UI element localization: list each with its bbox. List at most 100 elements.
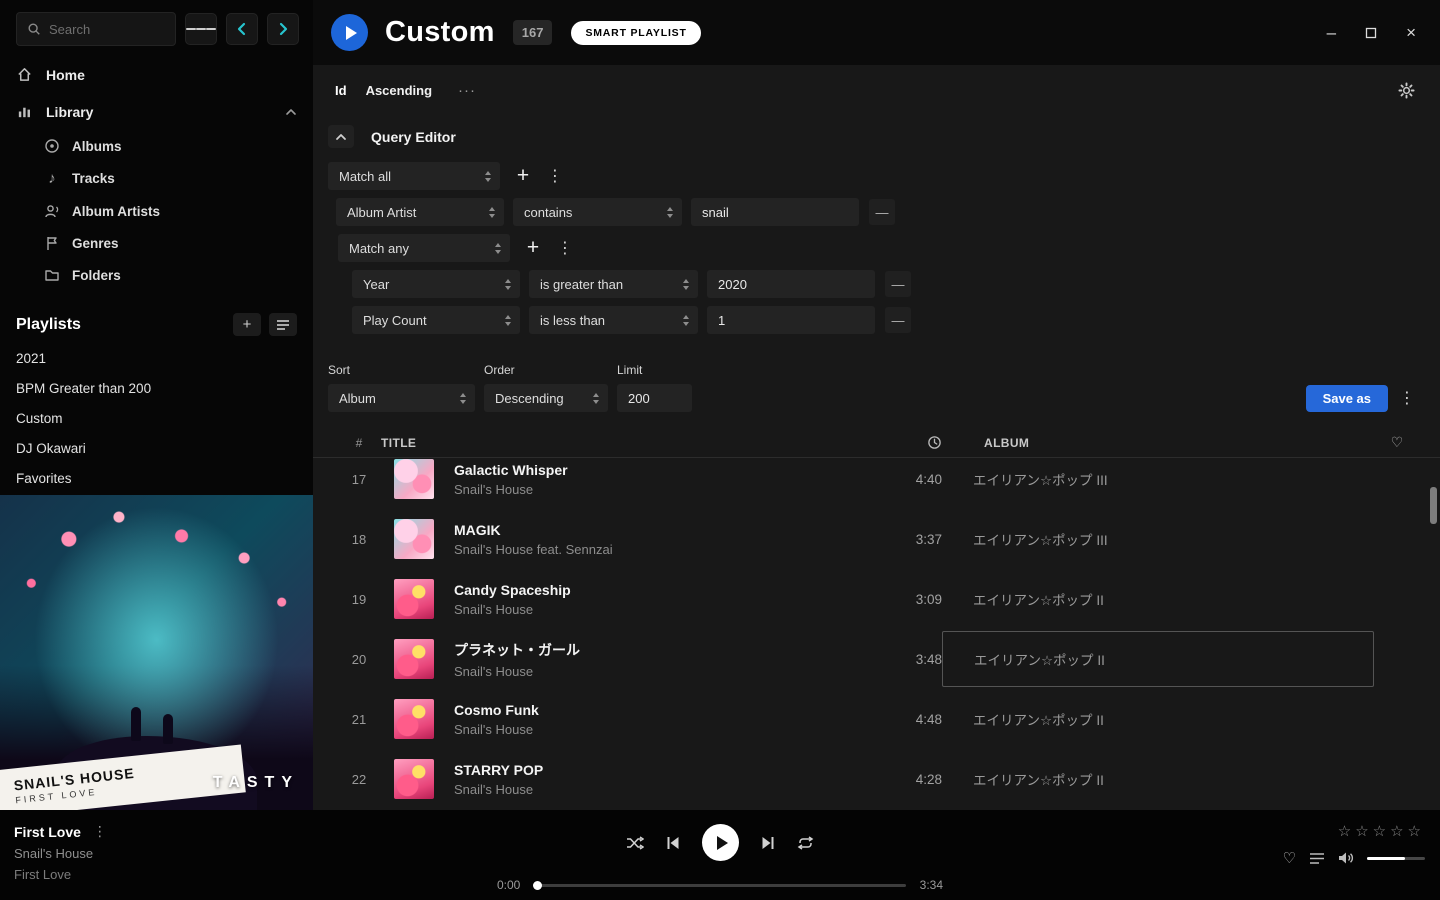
playlist-label: 2021 [16, 351, 46, 366]
select-value: Album [339, 391, 376, 406]
sidebar-item-tracks[interactable]: ♪ Tracks [0, 162, 313, 195]
rule-operator-select[interactable]: contains [513, 198, 682, 226]
table-row[interactable]: 19 Candy Spaceship Snail's House 3:09 エイ… [313, 569, 1440, 629]
sort-by-select[interactable]: Album [328, 384, 475, 412]
playlist-menu-button[interactable]: ⋮ [1398, 388, 1416, 408]
playlist-item-bpm[interactable]: BPM Greater than 200 [0, 374, 313, 404]
clock-icon [927, 435, 942, 450]
column-favorite[interactable]: ♡ [1374, 434, 1420, 451]
remove-rule-button[interactable]: — [869, 199, 895, 225]
search-input[interactable] [49, 22, 159, 37]
track-count-badge: 167 [513, 20, 553, 45]
album-art-thumbnail [394, 639, 434, 679]
search-box[interactable] [16, 12, 176, 46]
group-menu-button[interactable]: ⋮ [546, 166, 564, 186]
group-menu-button[interactable]: ⋮ [556, 238, 574, 258]
playlist-item-dj-okawari[interactable]: DJ Okawari [0, 434, 313, 464]
column-duration[interactable] [832, 435, 942, 450]
match-all-select[interactable]: Match all [328, 162, 500, 190]
rule-value-input[interactable] [707, 306, 875, 334]
favorite-heart-icon[interactable]: ♡ [1283, 849, 1296, 867]
smart-playlist-badge: SMART PLAYLIST [571, 21, 700, 45]
sidebar-item-albums[interactable]: Albums [0, 130, 313, 162]
volume-fill [1367, 857, 1405, 860]
order-select[interactable]: Descending [484, 384, 608, 412]
rule-value-input[interactable] [707, 270, 875, 298]
query-editor-title: Query Editor [371, 129, 456, 145]
column-title[interactable]: TITLE [381, 436, 832, 450]
play-playlist-button[interactable] [331, 14, 368, 51]
match-any-select[interactable]: Match any [338, 234, 510, 262]
scrollbar-thumb[interactable] [1430, 487, 1437, 524]
playlists-title: Playlists [16, 316, 81, 334]
track-menu-button[interactable]: ⋮ [91, 823, 109, 840]
maximize-button[interactable] [1365, 27, 1377, 39]
previous-track-button[interactable] [666, 836, 680, 850]
rule-field-select[interactable]: Album Artist [336, 198, 504, 226]
sort-field-button[interactable]: Id [335, 83, 347, 98]
sort-direction-button[interactable]: Ascending [366, 83, 432, 98]
seek-handle[interactable] [533, 881, 542, 890]
add-rule-button[interactable]: + [509, 162, 537, 190]
sidebar-item-label: Tracks [72, 171, 115, 186]
add-rule-button[interactable]: + [519, 234, 547, 262]
track-duration: 3:09 [832, 592, 942, 607]
remove-rule-button[interactable]: — [885, 271, 911, 297]
rule-operator-select[interactable]: is less than [529, 306, 698, 334]
queue-icon[interactable] [1309, 852, 1325, 865]
limit-input[interactable] [617, 384, 692, 412]
sidebar-item-label: Home [46, 67, 85, 83]
shuffle-button[interactable] [626, 836, 644, 850]
back-button[interactable] [226, 13, 258, 45]
save-as-button[interactable]: Save as [1306, 385, 1388, 412]
player-right-controls: ☆☆☆☆☆ ♡ [1283, 822, 1425, 867]
limit-label: Limit [617, 363, 692, 377]
rating-stars[interactable]: ☆☆☆☆☆ [1338, 822, 1425, 840]
volume-slider[interactable] [1367, 857, 1425, 860]
table-row[interactable]: 17 Galactic Whisper Snail's House 4:40 エ… [313, 458, 1440, 509]
rule-operator-select[interactable]: is greater than [529, 270, 698, 298]
table-row[interactable]: 18 MAGIK Snail's House feat. Sennzai 3:3… [313, 509, 1440, 569]
select-value: Match all [339, 169, 391, 184]
column-number[interactable]: # [337, 436, 381, 450]
sidebar-item-library[interactable]: Library [0, 93, 313, 130]
elapsed-time: 0:00 [497, 878, 520, 892]
sidebar-item-home[interactable]: Home [0, 56, 313, 93]
track-duration: 3:48 [832, 652, 942, 667]
collapse-query-editor-button[interactable] [328, 125, 354, 148]
remove-rule-button[interactable]: — [885, 307, 911, 333]
playlist-item-favorites[interactable]: Favorites [0, 464, 313, 494]
playlist-list-button[interactable] [269, 313, 297, 336]
seek-bar[interactable] [534, 884, 905, 887]
column-album[interactable]: ALBUM [942, 436, 1374, 450]
album-cell-editing[interactable]: エイリアン☆ポップ II [942, 631, 1374, 687]
more-options-button[interactable]: ··· [458, 82, 476, 99]
forward-button[interactable] [267, 13, 299, 45]
progress-section: 0:00 3:34 [497, 878, 943, 892]
select-value: Album Artist [347, 205, 416, 220]
table-row[interactable]: 20 プラネット・ガール Snail's House 3:48 エイリアン☆ポッ… [313, 629, 1440, 689]
minimize-button[interactable]: – [1327, 24, 1336, 41]
rule-field-select[interactable]: Play Count [352, 306, 520, 334]
sidebar-item-folders[interactable]: Folders [0, 259, 313, 291]
albums-icon [44, 138, 60, 154]
sidebar-item-album-artists[interactable]: Album Artists [0, 195, 313, 227]
now-playing-album: First Love [14, 867, 109, 882]
table-row[interactable]: 21 Cosmo Funk Snail's House 4:48 エイリアン☆ポ… [313, 689, 1440, 749]
next-track-button[interactable] [761, 836, 775, 850]
select-value: is greater than [540, 277, 623, 292]
rule-value-input[interactable] [691, 198, 859, 226]
sidebar-item-genres[interactable]: Genres [0, 227, 313, 259]
add-playlist-button[interactable]: + [233, 313, 261, 336]
close-button[interactable]: × [1406, 24, 1416, 41]
menu-button[interactable] [185, 13, 217, 45]
play-pause-button[interactable] [702, 824, 739, 861]
volume-icon[interactable] [1338, 851, 1354, 865]
now-playing-artwork: SNAIL'S HOUSE FIRST LOVE TASTY [0, 495, 313, 810]
playlist-item-2021[interactable]: 2021 [0, 344, 313, 374]
playlist-item-custom[interactable]: Custom [0, 404, 313, 434]
settings-gear-icon[interactable] [1398, 82, 1415, 99]
rule-field-select[interactable]: Year [352, 270, 520, 298]
table-row[interactable]: 22 STARRY POP Snail's House 4:28 エイリアン☆ポ… [313, 749, 1440, 809]
repeat-button[interactable] [797, 836, 814, 850]
